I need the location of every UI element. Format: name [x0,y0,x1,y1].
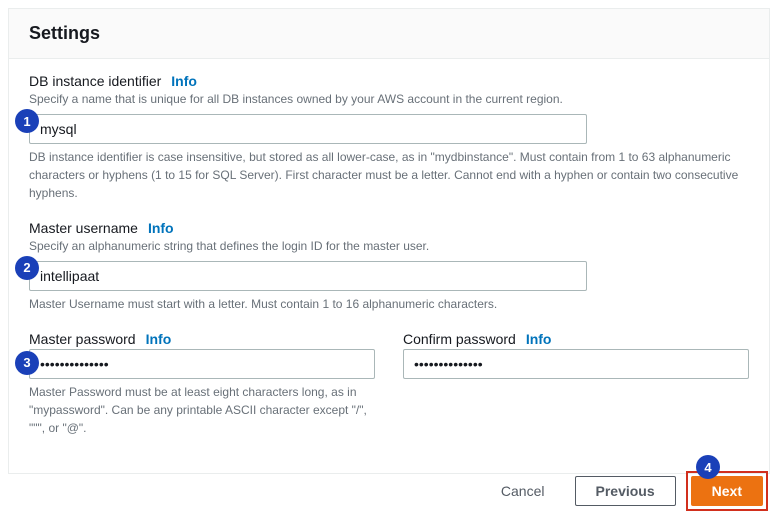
master-username-help: Master Username must start with a letter… [29,295,749,313]
db-identifier-desc: Specify a name that is unique for all DB… [29,91,749,108]
cancel-button[interactable]: Cancel [481,477,565,505]
panel-body: DB instance identifier Info Specify a na… [9,59,769,473]
previous-button[interactable]: Previous [575,476,676,506]
step-badge-4: 4 [696,455,720,479]
master-password-info-link[interactable]: Info [146,331,172,347]
settings-panel: Settings DB instance identifier Info Spe… [8,8,770,474]
master-username-desc: Specify an alphanumeric string that defi… [29,238,749,255]
master-password-label: Master password [29,331,136,347]
confirm-password-input[interactable] [403,349,749,379]
footer-actions: Cancel Previous 4 Next [481,471,768,511]
master-username-info-link[interactable]: Info [148,220,174,236]
master-password-group: Master password Info 3 Master Password m… [29,331,375,437]
master-password-help: Master Password must be at least eight c… [29,383,369,437]
step-badge-2: 2 [15,256,39,280]
master-username-group: Master username Info Specify an alphanum… [29,220,749,313]
db-identifier-label: DB instance identifier [29,73,161,89]
db-identifier-group: DB instance identifier Info Specify a na… [29,73,749,202]
db-identifier-info-link[interactable]: Info [171,73,197,89]
panel-header: Settings [9,9,769,59]
step-badge-3: 3 [15,351,39,375]
master-password-input[interactable] [29,349,375,379]
confirm-password-group: Confirm password Info [403,331,749,437]
password-row: Master password Info 3 Master Password m… [29,331,749,437]
page-title: Settings [29,23,749,44]
db-identifier-help: DB instance identifier is case insensiti… [29,148,749,202]
next-button[interactable]: Next [691,476,763,506]
step-badge-1: 1 [15,109,39,133]
master-username-label: Master username [29,220,138,236]
next-highlight-box: 4 Next [686,471,768,511]
confirm-password-info-link[interactable]: Info [526,331,552,347]
db-identifier-input[interactable] [29,114,587,144]
master-username-input[interactable] [29,261,587,291]
confirm-password-label: Confirm password [403,331,516,347]
